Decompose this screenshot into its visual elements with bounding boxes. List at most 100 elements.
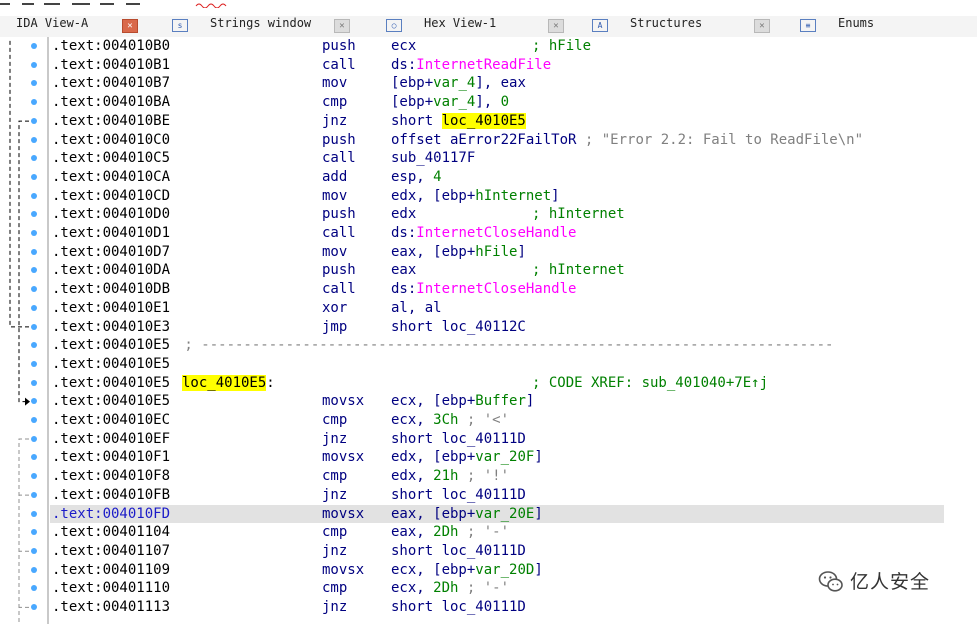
operand-part[interactable]: InternetCloseHandle [416,225,576,241]
listing-row[interactable]: .text:00401113 jnz short loc_40111D [50,598,944,617]
operand-part[interactable]: InternetCloseHandle [416,281,576,297]
mnemonic: movsx [322,393,365,410]
breakpoint-bullet[interactable] [31,117,37,124]
breakpoint-bullet[interactable] [31,510,37,517]
address: .text:004010BE [52,112,171,129]
operand-part: ecx, [391,412,434,428]
operands: al, al [391,299,442,318]
operand-part: [ebp+ [391,75,434,92]
listing-row[interactable]: .text:004010F1 movsx edx, [ebp+var_20F] [50,448,944,467]
breakpoint-bullet[interactable] [31,173,37,180]
watermark: 亿人安全 [818,567,968,597]
listing-row[interactable]: .text:004010EC cmp ecx, 3Ch ; '<' [50,411,944,430]
listing-row[interactable]: .text:004010CD mov edx, [ebp+hInternet] [50,187,944,206]
listing-row[interactable]: .text:004010D0 push edx ; hInternet [50,205,944,224]
operand-part: edx, [391,468,434,485]
address: .text:004010CD [52,187,171,204]
listing-row[interactable]: .text:004010D7 mov eax, [ebp+hFile] [50,243,944,262]
breakpoint-bullet[interactable] [31,360,37,367]
hex-view-icon: ○ [386,19,402,32]
listing-row[interactable]: .text:004010EF jnz short loc_40111D [50,430,944,449]
breakpoint-bullet[interactable] [31,136,37,143]
listing-row[interactable]: .text:004010E5 movsx ecx, [ebp+Buffer] [50,392,944,411]
operand-part: hFile [475,243,518,260]
listing-row[interactable]: .text:004010E5 loc_4010E5: ; CODE XREF: su… [50,374,944,393]
listing-row[interactable]: .text:004010B7 mov [ebp+var_4], eax [50,74,944,93]
operand-part: eax, [391,524,434,541]
operand-part: var_20F [475,449,535,466]
operand-part: var_4 [433,94,476,111]
breakpoint-bullet[interactable] [31,192,37,199]
address: .text:004010EF [52,430,171,447]
listing-row[interactable]: .text:004010DB call ds:InternetCloseHandle [50,280,944,299]
wechat-icon [818,571,843,592]
operands: ecx, 2Dh ; '-' [391,579,509,598]
listing-row[interactable]: .text:004010F8 cmp edx, 21h ; '!' [50,467,944,486]
operand-part: ecx [391,38,417,54]
listing-row[interactable]: .text:004010B0 push ecx ; hFile [50,37,944,56]
breakpoint-bullet[interactable] [31,547,37,554]
operand-part: 4 [433,168,442,185]
listing-row[interactable]: .text:004010D1 call ds:InternetCloseHandle [50,224,944,243]
operands: ds:InternetCloseHandle [391,280,576,299]
address: .text:004010E5 [52,393,171,410]
mnemonic: xor [322,299,348,316]
listing-row[interactable]: .text:004010C0 push offset aError22FailToR… [50,131,944,150]
breakpoint-bullet[interactable] [31,43,37,49]
mnemonic: movsx [322,561,365,578]
operand-part: ; '!' [458,468,510,485]
code-label[interactable]: loc_4010E5 [182,374,267,391]
listing-row[interactable]: .text:004010E1 xor al, al [50,299,944,318]
breakpoint-bullet[interactable] [31,304,37,311]
operand-part: Buffer [475,393,526,410]
operand-part: edx, [ebp+ [391,449,476,466]
breakpoint-bullet[interactable] [31,491,37,498]
vertical-scrollbar[interactable] [944,37,977,624]
operand-part: 2Dh [433,580,459,597]
operand-part: ] [534,561,543,578]
operand-part: eax [391,262,417,279]
breakpoint-bullet[interactable] [31,435,37,442]
listing-row[interactable]: .text:004010E3 jmp short loc_40112C [50,318,944,337]
operand-part[interactable]: InternetReadFile [416,57,551,73]
close-icon[interactable]: ✕ [754,19,770,33]
listing-row[interactable]: .text:004010C5 call sub_40117F [50,149,944,168]
breakpoint-bullet[interactable] [31,248,37,255]
operands: short loc_4010E5 [391,112,526,131]
address: .text:004010D0 [52,206,171,223]
listing-row[interactable]: .text:00401110 cmp ecx, 2Dh ; '-' [50,579,944,598]
disassembly-listing[interactable]: .text:004010B0 push ecx; hFile .text:004010… [50,37,944,624]
listing-row[interactable]: .text:004010E5 [50,355,944,374]
breakpoint-bullet[interactable] [31,230,37,236]
close-icon[interactable]: ✕ [548,19,564,33]
listing-row[interactable]: .text:004010BE jnz short loc_4010E5 [50,112,944,131]
listing-row[interactable]: .text:004010CA add esp, 4 [50,168,944,187]
listing-row[interactable]: .text:004010DA push eax ; hInternet [50,261,944,280]
breakpoint-bullet[interactable] [31,379,37,386]
operand-part: ; hInternet [532,262,625,279]
listing-row[interactable]: .text:004010FB jnz short loc_40111D [50,486,944,505]
listing-row[interactable]: .text:004010BA cmp [ebp+var_4], 0 [50,93,944,112]
breakpoint-bullet[interactable] [31,604,37,610]
close-icon[interactable]: ✕ [334,19,350,33]
listing-row[interactable]: .text:00401104 cmp eax, 2Dh ; '-' [50,523,944,542]
operand-part: ; hFile [532,38,592,54]
breakpoint-bullet[interactable] [31,61,37,68]
listing-row[interactable]: .text:004010B1 call ds:InternetReadFile [50,56,944,75]
listing-row[interactable]: .text:00401109 movsx ecx, [ebp+var_20D] [50,561,944,580]
listing-row[interactable]: .text:004010E5 ; -----------------------… [50,336,944,355]
structures-icon: A [592,19,608,32]
comment: ; '!' [458,468,509,484]
mnemonic: cmp [322,524,348,541]
comment: ; hInternet [532,205,625,224]
listing-row[interactable]: .text:00401107 jnz short loc_40111D [50,542,944,561]
operand-part: eax, [ebp+ [391,505,476,522]
breakpoint-bullet[interactable] [31,566,37,573]
breakpoint-bullet[interactable] [31,323,37,330]
breakpoint-bullet[interactable] [31,417,37,423]
listing-row[interactable]: .text:004010FD movsx eax, [ebp+var_20E] [50,504,944,524]
operands: short loc_40111D [391,598,526,617]
code-xref-comment[interactable]: ; CODE XREF: sub_401040+7E↑j [532,374,768,393]
close-icon[interactable]: ✕ [122,19,138,33]
highlighted-label[interactable]: loc_4010E5 [441,112,526,129]
